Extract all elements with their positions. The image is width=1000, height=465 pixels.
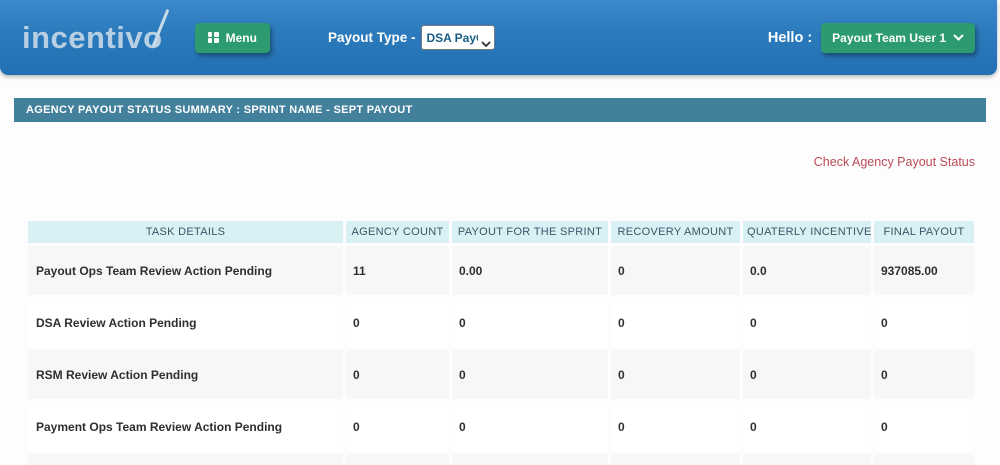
top-navbar: incentivo Menu Payout Type - DSA PayOut … [0,0,997,75]
cell-value: 0 [874,298,974,347]
table-body: Payout Ops Team Review Action Pending 11 0… [28,246,974,465]
cell-value: 937085.00 [874,246,974,295]
cell-empty [611,454,740,465]
cell-value: 0 [346,350,449,399]
payout-type-select-wrap: DSA PayOut [421,25,496,50]
table-header: TASK DETAILS AGENCY COUNT PAYOUT FOR THE S… [28,221,974,243]
cell-empty [346,454,449,465]
cell-value: 0 [452,350,608,399]
cell-task: Payout Ops Team Review Action Pending [28,246,343,295]
table-row: Payment Ops Team Review Action Pending 0 0… [28,402,974,451]
column-header: QUATERLY INCENTIVE [743,221,871,243]
cell-empty [743,454,871,465]
app-logo: incentivo [22,8,169,56]
cell-value: 0 [611,350,740,399]
cell-value: 0.0 [743,246,871,295]
table-row: Payout Ops Team Review Action Pending 11 0… [28,246,974,295]
link-row: Check Agency Payout Status [0,153,975,171]
column-header: TASK DETAILS [28,221,343,243]
cell-value: 0 [346,298,449,347]
table-row: RSM Review Action Pending 0 0 0 0 0 [28,350,974,399]
cell-value: 0 [611,402,740,451]
cell-task: Payment Ops Team Review Action Pending [28,402,343,451]
menu-grid-icon [207,32,219,43]
section-title-bar: AGENCY PAYOUT STATUS SUMMARY : SPRINT NA… [14,98,986,122]
column-header: RECOVERY AMOUNT [611,221,740,243]
table-wrap: TASK DETAILS AGENCY COUNT PAYOUT FOR THE S… [25,218,977,465]
hello-label: Hello : [767,29,813,46]
table-row: DSA Review Action Pending 0 0 0 0 0 [28,298,974,347]
payout-type-label: Payout Type - [327,30,416,45]
cell-value: 0 [611,246,740,295]
menu-button[interactable]: Menu [194,22,270,53]
column-header: AGENCY COUNT [346,221,449,243]
check-agency-payout-status-link[interactable]: Check Agency Payout Status [814,155,975,169]
cell-empty [452,454,608,465]
cell-value: 0 [611,298,740,347]
cell-empty [874,454,974,465]
column-header: PAYOUT FOR THE SPRINT [452,221,608,243]
payout-status-table: TASK DETAILS AGENCY COUNT PAYOUT FOR THE S… [25,218,977,465]
user-menu-label: Payout Team User 1 [832,30,946,45]
payout-type-group: Payout Type - DSA PayOut [328,25,496,50]
chevron-down-icon [953,34,964,41]
cell-value: 0 [743,350,871,399]
user-area: Hello : Payout Team User 1 [767,22,975,53]
cell-value: 0 [743,402,871,451]
menu-button-label: Menu [225,30,257,45]
cell-value: 0 [743,298,871,347]
column-header: FINAL PAYOUT [874,221,974,243]
payout-type-select[interactable]: DSA PayOut [421,25,496,50]
cell-value: 11 [346,246,449,295]
cell-value: 0 [452,298,608,347]
cell-value: 0 [452,402,608,451]
cell-value: 0 [874,350,974,399]
cell-value: 0 [346,402,449,451]
section-title: AGENCY PAYOUT STATUS SUMMARY : SPRINT NA… [26,104,413,116]
user-menu-button[interactable]: Payout Team User 1 [821,22,975,53]
cell-value: 0.00 [452,246,608,295]
app-logo-text: incentivo [22,19,163,55]
cell-empty [28,454,343,465]
table-row-partial [28,454,974,465]
cell-task: DSA Review Action Pending [28,298,343,347]
table-header-row: TASK DETAILS AGENCY COUNT PAYOUT FOR THE S… [28,221,974,243]
cell-task: RSM Review Action Pending [28,350,343,399]
cell-value: 0 [874,402,974,451]
